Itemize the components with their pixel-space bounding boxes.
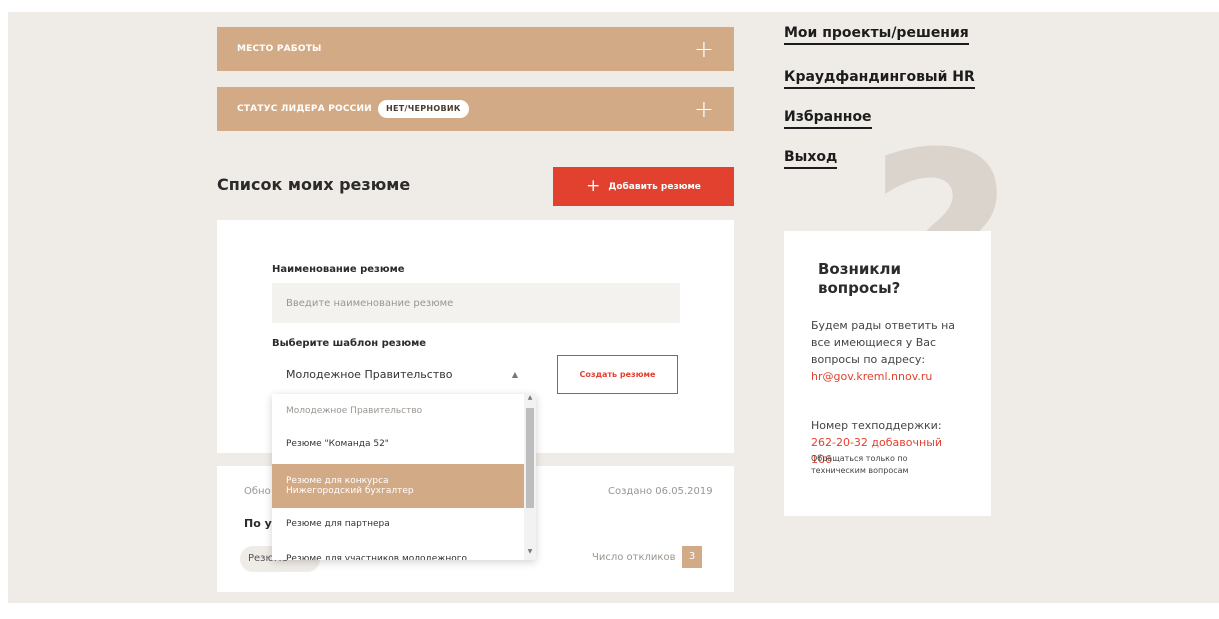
dropdown-option[interactable]: Резюме "Команда 52" (272, 432, 524, 456)
help-description: Будем рады ответить на все имеющиеся у В… (811, 319, 955, 366)
help-text: Будем рады ответить на все имеющиеся у В… (811, 317, 961, 385)
status-badge: НЕТ/ЧЕРНОВИК (378, 100, 469, 118)
nav-crowdfunding-hr[interactable]: Краудфандинговый HR (784, 69, 975, 89)
expand-plus-icon[interactable]: + (694, 87, 714, 131)
nav-favorites[interactable]: Избранное (784, 109, 872, 129)
bottom-strip (0, 603, 1219, 619)
expand-plus-icon[interactable]: + (694, 27, 714, 71)
template-dropdown[interactable]: Молодежное Правительство Резюме "Команда… (272, 394, 536, 560)
support-label: Номер техподдержки: (811, 419, 942, 432)
dropdown-option[interactable]: Резюме для участников молодежного (272, 547, 524, 560)
dropdown-option[interactable]: Резюме для партнера (272, 512, 524, 536)
responses-count: 3 (682, 546, 702, 568)
template-select[interactable]: Молодежное Правительство ▲ (272, 357, 532, 393)
scroll-up-icon[interactable]: ▲ (524, 394, 536, 401)
add-resume-label: Добавить резюме (608, 182, 701, 192)
template-select-value: Молодежное Правительство (286, 368, 453, 381)
resume-created: Создано 06.05.2019 (608, 486, 713, 497)
scroll-thumb[interactable] (526, 408, 534, 508)
scroll-down-icon[interactable]: ▼ (524, 548, 536, 555)
responses-label: Число откликов (592, 552, 676, 563)
help-title: Возникли вопросы? (818, 260, 902, 297)
add-resume-button[interactable]: + Добавить резюме (553, 167, 734, 206)
support-note: Обращаться только по техническим вопроса… (811, 454, 909, 475)
nav-my-projects[interactable]: Мои проекты/решения (784, 25, 969, 45)
resume-updated: Обно (244, 486, 271, 497)
template-label: Выберите шаблон резюме (272, 338, 427, 349)
accordion-workplace[interactable]: МЕСТО РАБОТЫ + (217, 27, 734, 71)
resumes-title: Список моих резюме (217, 175, 411, 194)
accordion-leader-status-title: СТАТУС ЛИДЕРА РОССИИ (237, 104, 372, 114)
dropdown-option[interactable]: Молодежное Правительство (272, 400, 524, 422)
create-resume-button[interactable]: Создать резюме (557, 355, 678, 394)
resume-name-input[interactable] (272, 283, 680, 323)
plus-icon: + (586, 176, 601, 196)
accordion-leader-status[interactable]: СТАТУС ЛИДЕРА РОССИИ НЕТ/ЧЕРНОВИК + (217, 87, 734, 131)
dropdown-option-highlighted[interactable]: Резюме для конкурса Нижегородский бухгал… (272, 464, 524, 508)
help-email-link[interactable]: hr@gov.kreml.nnov.ru (811, 370, 932, 383)
resume-name-label: Наименование резюме (272, 264, 405, 275)
accordion-workplace-title: МЕСТО РАБОТЫ (237, 44, 322, 54)
nav-logout[interactable]: Выход (784, 149, 838, 169)
chevron-down-icon: ▲ (511, 370, 518, 379)
